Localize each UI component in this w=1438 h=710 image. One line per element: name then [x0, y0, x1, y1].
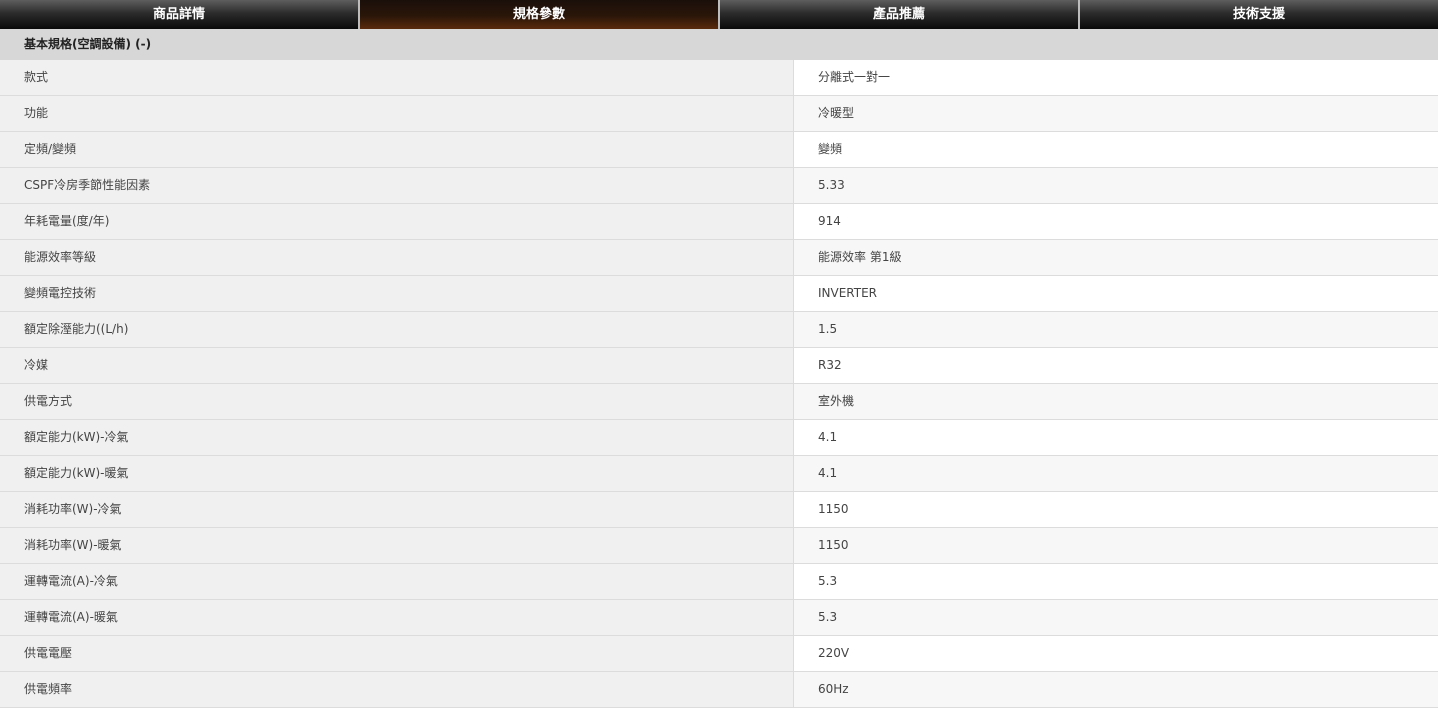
spec-label: 供電頻率 — [0, 672, 794, 707]
spec-value: 冷暖型 — [794, 96, 1438, 131]
spec-value: 5.3 — [794, 564, 1438, 599]
table-row: 運轉電流(A)-冷氣 5.3 — [0, 564, 1438, 600]
spec-label: 消耗功率(W)-冷氣 — [0, 492, 794, 527]
tab-technical-support[interactable]: 技術支援 — [1080, 0, 1438, 29]
table-row: 款式 分離式一對一 — [0, 60, 1438, 96]
spec-value: INVERTER — [794, 276, 1438, 311]
spec-label: 供電電壓 — [0, 636, 794, 671]
spec-value: 4.1 — [794, 420, 1438, 455]
table-row: 定頻/變頻 變頻 — [0, 132, 1438, 168]
spec-label: 運轉電流(A)-暖氣 — [0, 600, 794, 635]
spec-value: 4.1 — [794, 456, 1438, 491]
spec-value: 5.33 — [794, 168, 1438, 203]
spec-label: 冷媒 — [0, 348, 794, 383]
product-tabs: 商品詳情 規格參數 產品推薦 技術支援 — [0, 0, 1438, 29]
spec-label: CSPF冷房季節性能因素 — [0, 168, 794, 203]
spec-value: 220V — [794, 636, 1438, 671]
spec-label: 運轉電流(A)-冷氣 — [0, 564, 794, 599]
spec-value: 1150 — [794, 492, 1438, 527]
tab-product-recommendations[interactable]: 產品推薦 — [720, 0, 1080, 29]
table-row: 供電方式 室外機 — [0, 384, 1438, 420]
table-row: 能源效率等級 能源效率 第1級 — [0, 240, 1438, 276]
spec-label: 供電方式 — [0, 384, 794, 419]
spec-label: 額定能力(kW)-冷氣 — [0, 420, 794, 455]
spec-value: R32 — [794, 348, 1438, 383]
table-row: 額定除溼能力((L/h) 1.5 — [0, 312, 1438, 348]
spec-value: 5.3 — [794, 600, 1438, 635]
spec-label: 年耗電量(度/年) — [0, 204, 794, 239]
table-row: 功能 冷暖型 — [0, 96, 1438, 132]
spec-label: 額定除溼能力((L/h) — [0, 312, 794, 347]
spec-label: 額定能力(kW)-暖氣 — [0, 456, 794, 491]
spec-value: 914 — [794, 204, 1438, 239]
spec-table: 款式 分離式一對一 功能 冷暖型 定頻/變頻 變頻 CSPF冷房季節性能因素 5… — [0, 60, 1438, 708]
tab-specifications[interactable]: 規格參數 — [360, 0, 720, 29]
table-row: 供電電壓 220V — [0, 636, 1438, 672]
spec-label: 功能 — [0, 96, 794, 131]
spec-value: 能源效率 第1級 — [794, 240, 1438, 275]
spec-label: 能源效率等級 — [0, 240, 794, 275]
table-row: 消耗功率(W)-冷氣 1150 — [0, 492, 1438, 528]
table-row: 額定能力(kW)-暖氣 4.1 — [0, 456, 1438, 492]
spec-label: 定頻/變頻 — [0, 132, 794, 167]
spec-label: 消耗功率(W)-暖氣 — [0, 528, 794, 563]
table-row: CSPF冷房季節性能因素 5.33 — [0, 168, 1438, 204]
table-row: 消耗功率(W)-暖氣 1150 — [0, 528, 1438, 564]
spec-label: 款式 — [0, 60, 794, 95]
tab-product-details[interactable]: 商品詳情 — [0, 0, 360, 29]
table-row: 運轉電流(A)-暖氣 5.3 — [0, 600, 1438, 636]
table-row: 年耗電量(度/年) 914 — [0, 204, 1438, 240]
table-row: 變頻電控技術 INVERTER — [0, 276, 1438, 312]
spec-value: 分離式一對一 — [794, 60, 1438, 95]
table-row: 冷媒 R32 — [0, 348, 1438, 384]
spec-value: 室外機 — [794, 384, 1438, 419]
spec-value: 1.5 — [794, 312, 1438, 347]
spec-value: 變頻 — [794, 132, 1438, 167]
table-row: 供電頻率 60Hz — [0, 672, 1438, 708]
spec-value: 1150 — [794, 528, 1438, 563]
spec-value: 60Hz — [794, 672, 1438, 707]
spec-label: 變頻電控技術 — [0, 276, 794, 311]
table-row: 額定能力(kW)-冷氣 4.1 — [0, 420, 1438, 456]
section-header-basic-specs: 基本規格(空調設備) (-) — [0, 29, 1438, 60]
